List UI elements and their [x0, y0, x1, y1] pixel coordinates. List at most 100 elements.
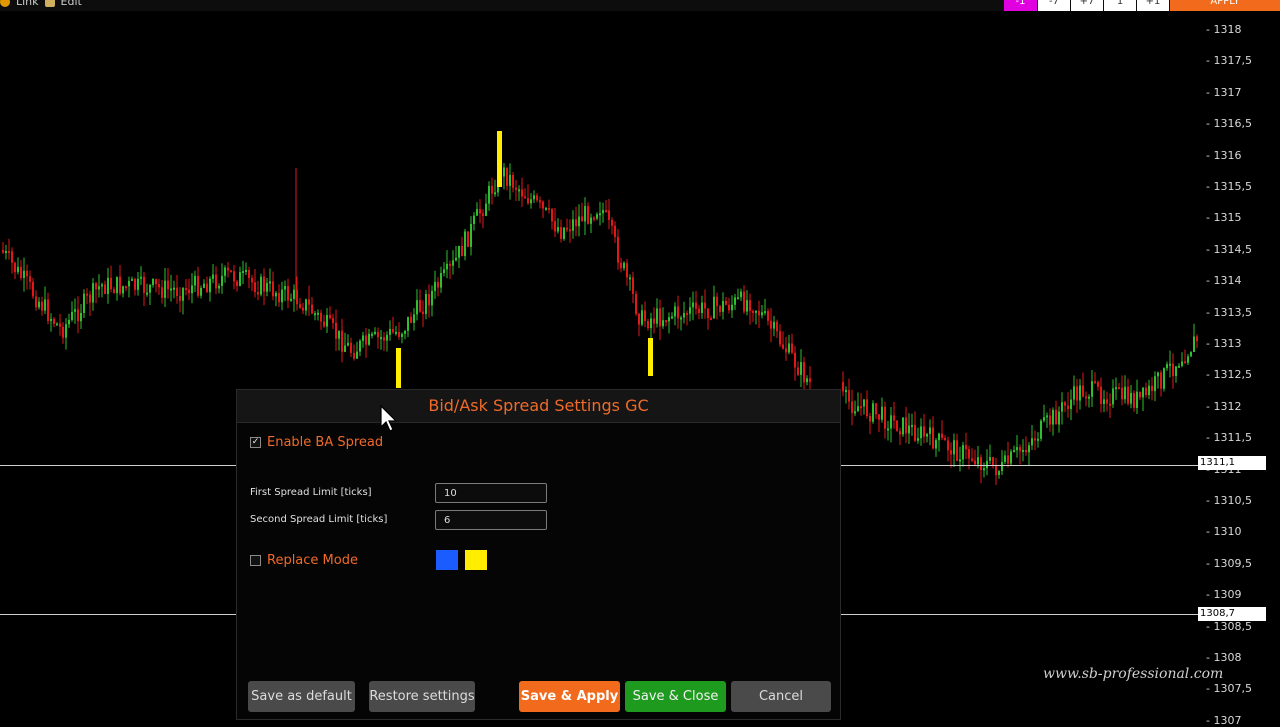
candle-body — [134, 278, 136, 290]
enable-ba-spread-label[interactable]: Enable BA Spread — [267, 435, 383, 450]
candle-body — [392, 329, 394, 333]
candle-body — [959, 459, 961, 462]
edit-label[interactable]: Edit — [61, 0, 82, 8]
candle-body — [998, 471, 1000, 475]
toolbar-button-minus-7[interactable]: -7 — [1038, 0, 1070, 11]
second-spread-limit-input[interactable] — [435, 510, 547, 530]
candle-body — [227, 267, 229, 271]
candle-body — [254, 282, 256, 293]
restore-settings-button[interactable]: Restore settings — [369, 681, 475, 712]
candle-body — [167, 280, 169, 290]
candle-body — [944, 437, 946, 441]
candle-body — [878, 414, 880, 420]
candle-body — [899, 431, 901, 435]
toolbar-button-1[interactable]: 1 — [1104, 0, 1136, 11]
candle-body — [26, 270, 28, 277]
candle-body — [767, 311, 769, 321]
candle-body — [185, 288, 187, 291]
first-spread-limit-input[interactable] — [435, 483, 547, 503]
candle-body — [1157, 372, 1159, 377]
candle-body — [641, 310, 643, 325]
candle-body — [338, 330, 340, 339]
candle-body — [677, 306, 679, 319]
apply-button[interactable]: APPLY — [1170, 0, 1280, 11]
candle-body — [398, 331, 400, 337]
candle-body — [887, 428, 889, 431]
first-color-swatch[interactable] — [436, 550, 458, 570]
candle-body — [332, 318, 334, 323]
candle-body — [1040, 420, 1042, 439]
candle-body — [680, 317, 682, 320]
candle-body — [101, 284, 103, 287]
candle-body — [284, 286, 286, 290]
cancel-button[interactable]: Cancel — [731, 681, 831, 712]
candle-body — [764, 311, 766, 314]
candle-body — [416, 300, 418, 315]
candle-body — [488, 185, 490, 204]
second-spread-limit-label: Second Spread Limit [ticks] — [250, 514, 388, 525]
candle-body — [566, 227, 568, 230]
replace-mode-label[interactable]: Replace Mode — [267, 553, 358, 568]
candle-body — [1178, 365, 1180, 368]
candle-body — [347, 342, 349, 346]
candle-body — [1070, 399, 1072, 410]
price-tag-current: 1311,1 — [1198, 456, 1266, 470]
candle-body — [506, 167, 508, 186]
link-icon[interactable] — [0, 0, 10, 7]
dialog-title-bar[interactable]: Bid/Ask Spread Settings GC — [237, 390, 840, 423]
candle-body — [614, 225, 616, 237]
toolbar-button-plus-7[interactable]: +7 — [1071, 0, 1103, 11]
candle-body — [143, 276, 145, 293]
toolbar-button-plus-1[interactable]: +1 — [1137, 0, 1169, 11]
candle-body — [341, 330, 343, 352]
candle-body — [1082, 385, 1084, 397]
edit-icon[interactable] — [44, 0, 55, 7]
candle-body — [653, 318, 655, 324]
link-label[interactable]: Link — [16, 0, 39, 8]
candle-body — [953, 440, 955, 455]
candle-body — [995, 466, 997, 475]
candle-body — [32, 281, 34, 297]
candle-body — [275, 292, 277, 297]
candle-body — [386, 334, 388, 341]
candle-body — [845, 390, 847, 393]
candle-body — [548, 207, 550, 210]
candle-body — [911, 424, 913, 427]
second-color-swatch[interactable] — [465, 550, 487, 570]
candle-body — [86, 293, 88, 296]
candle-body — [308, 299, 310, 305]
candle-body — [560, 227, 562, 240]
candle-body — [572, 219, 574, 231]
candle-body — [1118, 387, 1120, 390]
candle-body — [251, 278, 253, 283]
candle-body — [1160, 372, 1162, 389]
save-as-default-button[interactable]: Save as default — [248, 681, 355, 712]
candle-body — [638, 313, 640, 325]
candle-body — [83, 293, 85, 313]
candle-body — [473, 215, 475, 224]
candle-body — [674, 306, 676, 317]
candle-body — [1184, 361, 1186, 364]
mouse-cursor-icon — [380, 405, 398, 432]
candle-body — [758, 310, 760, 316]
candle-body — [59, 323, 61, 327]
candle-body — [773, 321, 775, 329]
candle-body — [299, 304, 301, 308]
enable-ba-spread-checkbox[interactable]: ✓ — [250, 437, 261, 448]
candle-body — [428, 294, 430, 306]
candle-body — [53, 318, 55, 325]
candle-body — [383, 337, 385, 341]
save-and-close-button[interactable]: Save & Close — [625, 681, 726, 712]
candle-body — [1196, 336, 1198, 342]
candle-body — [215, 274, 217, 289]
candle-body — [983, 468, 985, 471]
save-and-apply-button[interactable]: Save & Apply — [519, 681, 620, 712]
candle-body — [920, 426, 922, 439]
toolbar-button-minus-1[interactable]: -1 — [1004, 0, 1037, 11]
candle-body — [596, 214, 598, 219]
candle-body — [746, 300, 748, 312]
replace-mode-checkbox[interactable] — [250, 555, 261, 566]
candle-body — [1187, 356, 1189, 363]
candle-body — [485, 203, 487, 216]
candle-body — [425, 294, 427, 314]
